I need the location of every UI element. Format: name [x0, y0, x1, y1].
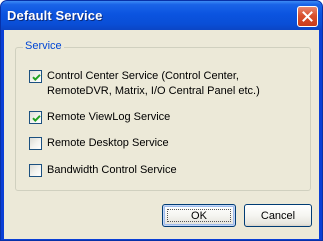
remote-viewlog-label: Remote ViewLog Service: [47, 111, 171, 123]
close-icon: [302, 11, 313, 22]
remote-viewlog-checkbox[interactable]: [29, 111, 42, 124]
focus-rectangle: [167, 209, 231, 222]
title-bar[interactable]: Default Service: [1, 1, 322, 30]
checkbox-row-control-center[interactable]: Control Center Service (Control Center, R…: [29, 69, 260, 99]
bandwidth-control-checkbox[interactable]: [29, 164, 42, 177]
bandwidth-control-label: Bandwidth Control Service: [47, 164, 177, 176]
close-button[interactable]: [297, 6, 318, 27]
control-center-checkbox[interactable]: [29, 70, 42, 83]
service-group-label: Service: [23, 40, 64, 52]
checkmark-icon: [32, 115, 41, 123]
checkmark-icon: [32, 74, 41, 82]
checkbox-row-remote-viewlog[interactable]: Remote ViewLog Service: [29, 110, 170, 125]
dialog-window: Default Service Service Control Center S…: [0, 0, 323, 241]
window-title: Default Service: [7, 8, 103, 23]
control-center-label: Control Center Service (Control Center, R…: [47, 70, 260, 97]
remote-desktop-checkbox[interactable]: [29, 137, 42, 150]
checkbox-row-remote-desktop[interactable]: Remote Desktop Service: [29, 136, 169, 151]
remote-desktop-label: Remote Desktop Service: [47, 137, 169, 149]
cancel-button-label: Cancel: [260, 209, 296, 222]
dialog-client-area: Service Control Center Service (Control …: [4, 30, 319, 239]
ok-button[interactable]: OK: [162, 204, 236, 227]
cancel-button[interactable]: Cancel: [244, 204, 312, 227]
checkbox-row-bandwidth-control[interactable]: Bandwidth Control Service: [29, 163, 177, 178]
